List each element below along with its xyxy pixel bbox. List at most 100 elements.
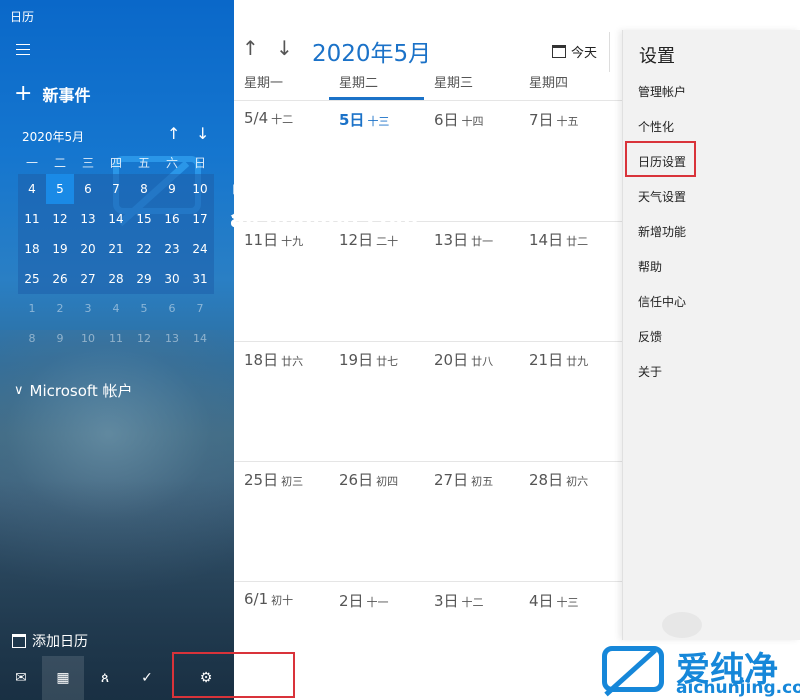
day-cell[interactable]: 28日 初六 xyxy=(519,461,614,581)
app-title: 日历 xyxy=(10,10,35,24)
mini-day-cell[interactable]: 5 xyxy=(46,174,74,204)
mail-icon[interactable]: ✉ xyxy=(0,656,42,700)
day-lunar-date: 十一 xyxy=(366,596,389,609)
mini-day-cell[interactable]: 22 xyxy=(130,234,158,264)
next-month-arrow-icon[interactable]: ↓ xyxy=(276,36,293,60)
mini-day-cell[interactable]: 13 xyxy=(158,324,186,354)
add-calendar-icon xyxy=(12,634,26,648)
mini-calendar-month-label[interactable]: 2020年5月 xyxy=(22,128,84,145)
mini-day-cell[interactable]: 7 xyxy=(102,174,130,204)
mini-day-cell[interactable]: 11 xyxy=(18,204,46,234)
day-cell[interactable]: 12日 二十 xyxy=(329,221,424,341)
hamburger-menu-icon[interactable] xyxy=(16,44,30,55)
day-lunar-date: 初五 xyxy=(471,475,494,488)
mini-day-cell[interactable]: 23 xyxy=(158,234,186,264)
day-date: 14日 xyxy=(529,231,564,249)
mini-next-month-arrow-icon[interactable]: ↓ xyxy=(196,124,209,143)
mini-day-cell[interactable]: 14 xyxy=(186,324,214,354)
settings-gear-icon[interactable]: ⚙ xyxy=(180,656,232,700)
day-cell[interactable]: 6日 十四 xyxy=(424,101,519,221)
settings-item[interactable]: 反馈 xyxy=(638,328,662,345)
todo-icon[interactable]: ✓ xyxy=(126,656,168,700)
mini-day-cell[interactable]: 5 xyxy=(130,294,158,324)
settings-item[interactable]: 新增功能 xyxy=(638,223,686,240)
mini-day-cell[interactable]: 17 xyxy=(186,204,214,234)
mini-day-cell[interactable]: 11 xyxy=(102,324,130,354)
mini-day-cell[interactable]: 12 xyxy=(130,324,158,354)
weekday-header-current: 星期二 xyxy=(329,73,424,100)
mini-day-cell[interactable]: 19 xyxy=(46,234,74,264)
weekday-header-row: 星期一 星期二 星期三 星期四 xyxy=(234,73,622,101)
settings-item[interactable]: 信任中心 xyxy=(638,293,686,310)
mini-day-cell[interactable]: 7 xyxy=(186,294,214,324)
day-date: 5日 xyxy=(339,111,365,129)
day-cell[interactable]: 19日 廿七 xyxy=(329,341,424,461)
day-cell[interactable]: 3日 十二 xyxy=(424,582,519,700)
settings-item[interactable]: 个性化 xyxy=(638,118,674,135)
add-calendar-button[interactable]: 添加日历 xyxy=(12,631,88,651)
mini-day-cell[interactable]: 6 xyxy=(158,294,186,324)
mini-day-cell[interactable]: 14 xyxy=(102,204,130,234)
mini-day-cell[interactable]: 12 xyxy=(46,204,74,234)
mini-day-cell[interactable]: 18 xyxy=(18,234,46,264)
day-cell[interactable]: 7日 十五 xyxy=(519,101,614,221)
day-cell[interactable]: 18日 廿六 xyxy=(234,341,329,461)
mini-day-cell[interactable]: 27 xyxy=(74,264,102,294)
mini-day-cell[interactable]: 4 xyxy=(102,294,130,324)
mini-day-cell[interactable]: 10 xyxy=(74,324,102,354)
mini-day-cell[interactable]: 10 xyxy=(186,174,214,204)
mini-day-cell[interactable]: 4 xyxy=(18,174,46,204)
mini-day-cell[interactable]: 15 xyxy=(130,204,158,234)
prev-month-arrow-icon[interactable]: ↑ xyxy=(242,36,259,60)
account-section-toggle[interactable]: ∨ Microsoft 帐户 xyxy=(14,380,133,401)
day-lunar-date: 二十 xyxy=(376,235,399,248)
day-cell[interactable]: 26日 初四 xyxy=(329,461,424,581)
day-lunar-date: 初十 xyxy=(271,594,294,607)
mini-day-cell[interactable]: 31 xyxy=(186,264,214,294)
mini-day-cell[interactable]: 30 xyxy=(158,264,186,294)
settings-item[interactable]: 关于 xyxy=(638,363,662,380)
new-event-button[interactable]: + 新事件 xyxy=(14,82,90,106)
day-cell[interactable]: 2日 十一 xyxy=(329,582,424,700)
mini-day-cell[interactable]: 8 xyxy=(130,174,158,204)
day-cell[interactable]: 21日 廿九 xyxy=(519,341,614,461)
day-cell[interactable]: 20日 廿八 xyxy=(424,341,519,461)
mini-day-cell[interactable]: 8 xyxy=(18,324,46,354)
mini-day-cell[interactable]: 6 xyxy=(74,174,102,204)
mini-day-cell[interactable]: 16 xyxy=(158,204,186,234)
mini-day-cell[interactable]: 24 xyxy=(186,234,214,264)
day-cell[interactable]: 13日 廿一 xyxy=(424,221,519,341)
mini-day-cell[interactable]: 25 xyxy=(18,264,46,294)
day-cell[interactable]: 4日 十三 xyxy=(519,582,614,700)
mini-day-cell[interactable]: 26 xyxy=(46,264,74,294)
people-icon[interactable]: ጰ xyxy=(84,656,126,700)
day-cell[interactable]: 11日 十九 xyxy=(234,221,329,341)
mini-week-row: 8 9 10 11 12 13 14 xyxy=(18,324,214,354)
day-cell[interactable]: 27日 初五 xyxy=(424,461,519,581)
month-title[interactable]: 2020年5月 xyxy=(312,34,431,68)
settings-item[interactable]: 管理帐户 xyxy=(638,83,686,100)
mini-prev-month-arrow-icon[interactable]: ↑ xyxy=(167,124,180,143)
mini-day-cell[interactable]: 1 xyxy=(18,294,46,324)
today-button[interactable]: 今天 xyxy=(552,42,597,61)
day-cell[interactable]: 25日 初三 xyxy=(234,461,329,581)
settings-item[interactable]: 天气设置 xyxy=(638,188,686,205)
calendar-icon[interactable]: ▦ xyxy=(42,656,84,700)
paw-icon xyxy=(662,612,702,638)
mini-week-row: 11 12 13 14 15 16 17 xyxy=(18,204,214,234)
day-cell[interactable]: 14日 廿二 xyxy=(519,221,614,341)
mini-day-cell[interactable]: 20 xyxy=(74,234,102,264)
mini-day-cell[interactable]: 21 xyxy=(102,234,130,264)
settings-item[interactable]: 帮助 xyxy=(638,258,662,275)
day-lunar-date: 十三 xyxy=(556,596,579,609)
mini-day-cell[interactable]: 2 xyxy=(46,294,74,324)
day-date: 6日 xyxy=(434,111,459,129)
mini-day-cell[interactable]: 3 xyxy=(74,294,102,324)
mini-day-cell[interactable]: 9 xyxy=(158,174,186,204)
day-date: 11日 xyxy=(244,231,279,249)
mini-day-cell[interactable]: 9 xyxy=(46,324,74,354)
mini-day-cell[interactable]: 29 xyxy=(130,264,158,294)
day-date: 3日 xyxy=(434,592,459,610)
mini-day-cell[interactable]: 28 xyxy=(102,264,130,294)
mini-day-cell[interactable]: 13 xyxy=(74,204,102,234)
